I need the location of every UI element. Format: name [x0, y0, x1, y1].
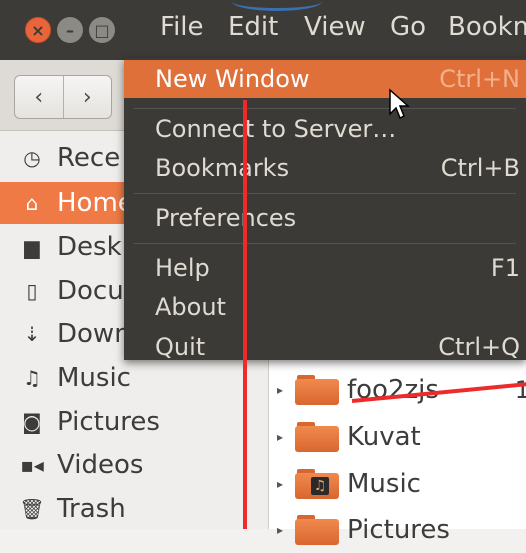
menu-item-label: Preferences [155, 204, 297, 232]
list-item[interactable]: ▸ foo2zjs 1 [269, 367, 526, 413]
menu-item-help[interactable]: Help F1 [124, 249, 526, 287]
maximize-icon: □ [94, 20, 110, 40]
menu-item-new-window[interactable]: New Window Ctrl+N [124, 60, 526, 98]
mouse-pointer-icon [389, 88, 410, 120]
folder-icon [295, 375, 339, 405]
list-item[interactable]: ▸ ♫ Music [269, 461, 526, 507]
menu-separator [134, 243, 516, 244]
menu-item-label: Help [155, 254, 210, 282]
menu-separator [134, 193, 516, 194]
menu-item-preferences[interactable]: Preferences [124, 199, 526, 237]
file-menu-dropdown: New Window Ctrl+N Connect to Server… Boo… [124, 58, 526, 361]
clock-icon: ◷ [23, 146, 41, 170]
forward-button[interactable]: › [64, 76, 112, 118]
minimize-window-button[interactable]: – [57, 17, 83, 43]
menu-item-accel: Ctrl+Q [438, 333, 520, 361]
video-icon: ▪◂ [20, 453, 44, 477]
menu-item-accel: F1 [490, 254, 520, 282]
menu-item-accel: Ctrl+N [439, 65, 520, 93]
menu-item-label: About [155, 293, 226, 321]
menu-file[interactable]: File [160, 12, 204, 42]
sidebar-item-label: Down [57, 319, 131, 349]
download-icon: ⇣ [23, 322, 41, 346]
menu-separator [134, 108, 516, 109]
expander-icon[interactable]: ▸ [277, 523, 289, 537]
sidebar-item-label: Home [57, 188, 134, 218]
home-icon: ⌂ [25, 191, 39, 215]
sidebar-item-label: Rece [57, 143, 121, 173]
sidebar-item-label: Pictures [57, 407, 160, 437]
back-button[interactable]: ‹ [15, 76, 64, 118]
sidebar-item-label: Desk [57, 232, 122, 262]
menu-item-quit[interactable]: Quit Ctrl+Q [124, 328, 526, 366]
menu-item-bookmarks[interactable]: Bookmarks Ctrl+B [124, 149, 526, 187]
camera-icon: ◙ [22, 410, 42, 434]
file-name: Kuvat [347, 422, 421, 452]
folder-icon: ▆ [24, 235, 40, 259]
music-folder-icon: ♫ [295, 469, 339, 499]
menu-item-label: Connect to Server… [155, 115, 397, 143]
folder-icon [295, 422, 339, 452]
sidebar-item-trash[interactable]: 🗑︎ Trash [0, 488, 268, 530]
annotation-line-vertical [243, 100, 247, 529]
menu-item-label: Quit [155, 333, 206, 361]
menu-item-label: New Window [155, 65, 310, 93]
menu-item-connect-to-server[interactable]: Connect to Server… [124, 110, 526, 148]
menu-go[interactable]: Go [390, 12, 426, 42]
file-size: 1 [514, 376, 526, 404]
document-icon: ▯ [26, 279, 38, 303]
file-name: Music [347, 469, 421, 499]
sidebar-item-videos[interactable]: ▪◂ Videos [0, 444, 268, 486]
list-item[interactable]: ▸ Kuvat [269, 414, 526, 460]
close-window-button[interactable]: × [25, 17, 51, 43]
expander-icon[interactable]: ▸ [277, 383, 289, 397]
music-icon: ♫ [23, 366, 41, 390]
close-icon: × [31, 20, 45, 40]
file-name: Pictures [347, 515, 450, 545]
list-item[interactable]: ▸ Pictures [269, 507, 526, 553]
expander-icon[interactable]: ▸ [277, 430, 289, 444]
sidebar-item-label: Videos [57, 450, 144, 480]
menu-edit[interactable]: Edit [228, 12, 278, 42]
chevron-left-icon: ‹ [34, 84, 44, 110]
menu-bookmarks[interactable]: Bookm [448, 12, 526, 42]
sidebar-item-label: Docu [57, 276, 124, 306]
expander-icon[interactable]: ▸ [277, 477, 289, 491]
sidebar-item-pictures[interactable]: ◙ Pictures [0, 401, 268, 443]
menu-view[interactable]: View [304, 12, 366, 42]
chevron-right-icon: › [82, 84, 92, 110]
menu-item-accel: Ctrl+B [440, 154, 520, 182]
trash-icon: 🗑︎ [19, 497, 45, 521]
menu-item-about[interactable]: About [124, 288, 526, 326]
nav-group: ‹ › [14, 75, 112, 119]
minimize-icon: – [66, 20, 74, 40]
menu-item-label: Bookmarks [155, 154, 290, 182]
sidebar-item-label: Trash [57, 494, 126, 524]
sidebar-item-label: Music [57, 363, 131, 393]
maximize-window-button[interactable]: □ [89, 17, 115, 43]
folder-icon [295, 515, 339, 545]
